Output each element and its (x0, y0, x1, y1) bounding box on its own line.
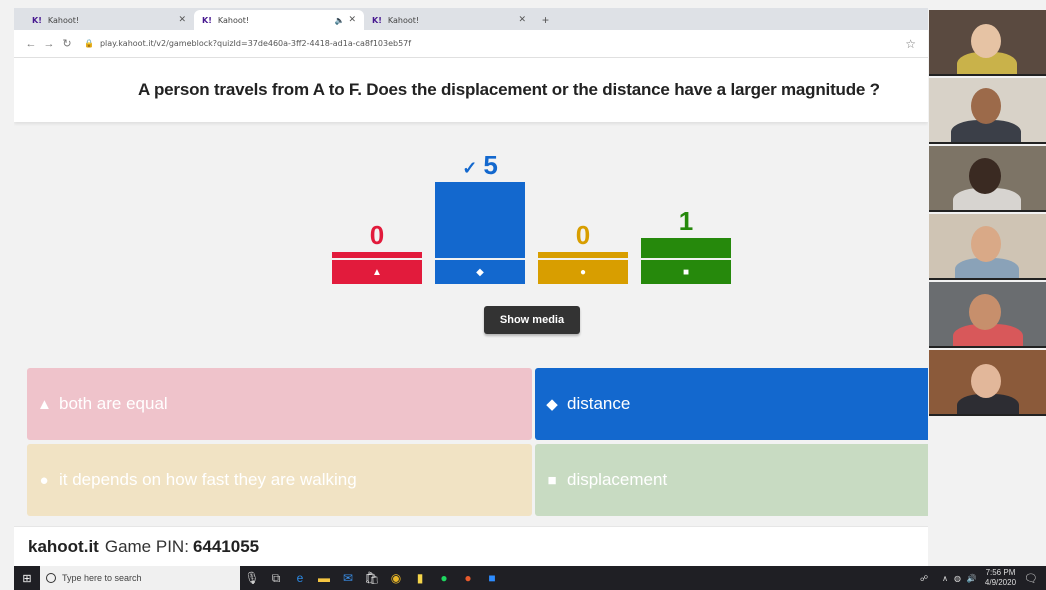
system-tray: ☍ ∧ ◍ 🔊 7:56 PM 4/9/2020 🗨 (920, 568, 1046, 588)
video-tile-2[interactable] (929, 78, 1046, 144)
answer-text: displacement (567, 470, 668, 489)
bookmark-star-icon[interactable]: ☆ (905, 37, 916, 51)
volume-icon[interactable]: 🔊 (967, 574, 977, 583)
file-explorer-icon[interactable]: ▬ (312, 566, 336, 590)
answer-option-2[interactable]: ◆ distance (535, 368, 928, 440)
result-bar: 0 ▲ (332, 58, 422, 288)
result-bar-fill (435, 182, 525, 258)
close-icon[interactable]: ✕ (178, 15, 186, 25)
close-icon[interactable]: ✕ (348, 15, 356, 25)
sticky-notes-icon[interactable]: ▮ (408, 566, 432, 590)
triangle-icon: ▲ (372, 266, 382, 278)
clock-time: 7:56 PM (985, 568, 1016, 577)
cortana-icon (46, 573, 56, 583)
checkmark-icon: ✓ (462, 158, 478, 178)
taskbar-clock[interactable]: 7:56 PM 4/9/2020 (985, 568, 1016, 588)
tab-label: Kahoot! (217, 15, 250, 25)
result-bar-fill (641, 238, 731, 258)
result-bar-base: ▲ (332, 260, 422, 284)
result-count-value: 0 (369, 220, 385, 250)
result-count-value: 1 (678, 206, 694, 236)
lock-icon: 🔒 (84, 39, 94, 48)
diamond-icon: ◆ (476, 266, 484, 278)
video-tile-3[interactable] (929, 146, 1046, 212)
diamond-icon: ◆ (546, 396, 558, 413)
people-icon[interactable]: ☍ (920, 574, 928, 583)
task-view-icon[interactable]: ⧉ (264, 566, 288, 590)
result-count: ✓ 5 (435, 152, 525, 181)
answer-option-1[interactable]: ▲ both are equal (27, 368, 532, 440)
video-tile-4[interactable] (929, 214, 1046, 280)
windows-start-icon[interactable]: ⊞ (14, 566, 40, 590)
question-text: A person travels from A to F. Does the d… (138, 80, 880, 99)
address-bar: ← → ↻ 🔒 play.kahoot.it/v2/gameblock?quiz… (14, 30, 928, 58)
clock-date: 4/9/2020 (984, 578, 1017, 587)
taskbar-search-placeholder: Type here to search (62, 573, 142, 583)
windows-taskbar: ⊞ Type here to search 🎙 ⧉ e ▬ ✉ 🛍 ◉ ▮ ● … (14, 566, 1046, 590)
result-bar-base: ◆ (435, 260, 525, 284)
close-icon[interactable]: ✕ (518, 15, 526, 25)
result-bar-base: ■ (641, 260, 731, 284)
video-tile-5[interactable] (929, 282, 1046, 348)
url-field[interactable]: play.kahoot.it/v2/gameblock?quizId=37de4… (100, 39, 905, 48)
mail-icon[interactable]: ✉ (336, 566, 360, 590)
answer-text: both are equal (59, 394, 168, 413)
video-tile-6[interactable] (929, 350, 1046, 416)
kahoot-brand: kahoot.it (28, 536, 99, 556)
zoom-icon[interactable]: ■ (480, 566, 504, 590)
microphone-icon[interactable]: 🎙 (240, 566, 264, 590)
answer-text: distance (567, 394, 631, 413)
game-pin: 6441055 (192, 536, 260, 556)
result-bar-fill (538, 252, 628, 258)
game-footer: kahoot.it Game PIN: 6441055 (14, 526, 928, 566)
kahoot-page: A person travels from A to F. Does the d… (14, 58, 928, 566)
spotify-icon[interactable]: ● (432, 566, 456, 590)
network-icon[interactable]: ◍ (954, 574, 961, 583)
result-count: 1 (641, 208, 731, 234)
answer-option-4[interactable]: ■ displacement (535, 444, 928, 516)
browser-tab-1[interactable]: K! Kahoot! ✕ (24, 10, 194, 30)
kahoot-logo-icon: K! (32, 15, 42, 25)
browser-tab-2[interactable]: K! Kahoot! 🔈 ✕ (194, 10, 364, 30)
result-count-value: 0 (575, 220, 591, 250)
tray-chevron-icon[interactable]: ∧ (942, 574, 948, 583)
forward-icon[interactable]: → (40, 38, 58, 50)
store-icon[interactable]: 🛍 (360, 566, 384, 590)
result-count-value: 5 (483, 150, 498, 180)
taskbar-search[interactable]: Type here to search (40, 566, 240, 590)
show-media-button[interactable]: Show media (484, 306, 580, 334)
circle-icon: ● (579, 266, 587, 278)
tab-label: Kahoot! (47, 15, 80, 25)
square-icon: ■ (682, 266, 690, 278)
powerpoint-icon[interactable]: ● (456, 566, 480, 590)
triangle-icon: ▲ (37, 395, 52, 413)
square-icon: ■ (547, 471, 557, 489)
speaker-icon[interactable]: 🔈 (334, 16, 344, 25)
result-bar: 0 ● (538, 58, 628, 288)
browser-tab-3[interactable]: K! Kahoot! ✕ (364, 10, 534, 30)
kahoot-logo-icon: K! (202, 15, 212, 25)
back-icon[interactable]: ← (22, 38, 40, 50)
answer-text: it depends on how fast they are walking (59, 470, 357, 489)
browser-tab-bar: K! Kahoot! ✕ K! Kahoot! 🔈 ✕ K! Kahoot! ✕… (14, 8, 928, 30)
result-bar-fill (332, 252, 422, 258)
reload-icon[interactable]: ↻ (58, 37, 76, 50)
result-count: 0 (332, 222, 422, 248)
tab-label: Kahoot! (387, 15, 420, 25)
result-bar: 1 ■ (641, 58, 731, 288)
result-count: 0 (538, 222, 628, 248)
chrome-icon[interactable]: ◉ (384, 566, 408, 590)
circle-icon: ● (39, 471, 49, 489)
edge-icon[interactable]: e (288, 566, 312, 590)
notifications-icon[interactable]: 🗨 (1024, 572, 1038, 585)
new-tab-icon[interactable]: + (542, 10, 549, 30)
game-pin-label: Game PIN: (104, 536, 189, 556)
kahoot-logo-icon: K! (372, 15, 382, 25)
answer-option-3[interactable]: ● it depends on how fast they are walkin… (27, 444, 532, 516)
video-tile-1[interactable] (929, 10, 1046, 76)
result-bar-base: ● (538, 260, 628, 284)
result-bar: ✓ 5 ◆ (435, 58, 525, 288)
